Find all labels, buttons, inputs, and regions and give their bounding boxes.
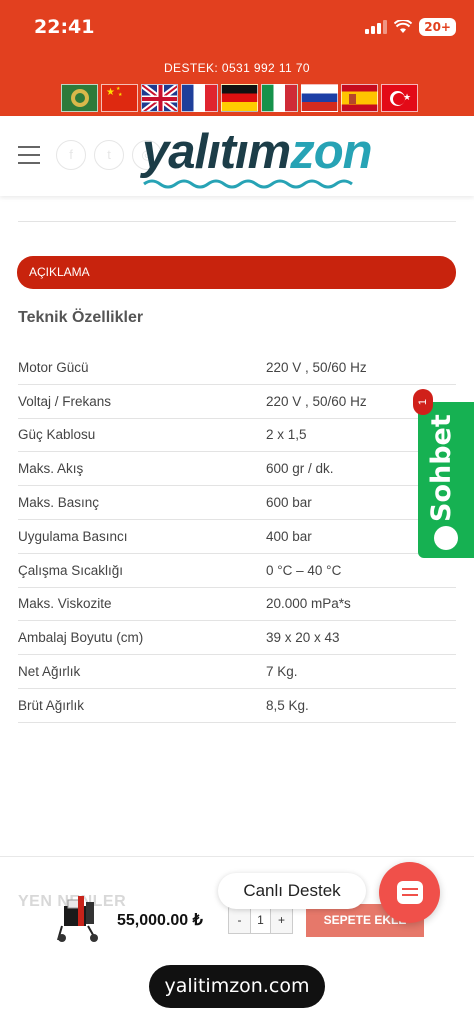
- spec-key: Ambalaj Boyutu (cm): [18, 630, 144, 646]
- spec-value: 8,5 Kg.: [266, 697, 309, 713]
- site-logo[interactable]: yalıtımzon: [142, 124, 373, 192]
- turkey-flag-icon[interactable]: ★: [381, 84, 418, 112]
- italy-flag-icon[interactable]: [261, 84, 298, 112]
- china-flag-icon[interactable]: ★ ★ ★: [101, 84, 138, 112]
- germany-flag-icon[interactable]: [221, 84, 258, 112]
- arabic-flag-icon[interactable]: [61, 84, 98, 112]
- qty-minus-button[interactable]: -: [229, 908, 250, 933]
- france-flag-icon[interactable]: [181, 84, 218, 112]
- table-row: Maks. Akış 600 gr / dk.: [18, 452, 456, 487]
- uk-flag-icon[interactable]: [141, 84, 178, 112]
- sohbet-badge: 1: [413, 389, 433, 415]
- table-row: Güç Kablosu 2 x 1,5: [18, 419, 456, 453]
- logo-bar: f t ◎ yalıtımzon: [0, 116, 474, 196]
- table-row: Ambalaj Boyutu (cm) 39 x 20 x 43: [18, 621, 456, 656]
- spec-value: 7 Kg.: [266, 664, 298, 680]
- table-row: Çalışma Sıcaklığı 0 °C – 40 °C: [18, 554, 456, 588]
- sohbet-chat-tab[interactable]: Sohbet: [418, 402, 474, 558]
- spec-value: 220 V , 50/60 Hz: [266, 359, 367, 375]
- signal-icon: [365, 20, 388, 34]
- spec-key: Maks. Akış: [18, 461, 84, 477]
- russia-flag-icon[interactable]: [301, 84, 338, 112]
- facebook-icon[interactable]: f: [56, 140, 86, 170]
- language-flags: ★ ★ ★ ★: [61, 84, 418, 112]
- browser-url[interactable]: yalitimzon.com: [149, 965, 325, 1008]
- spec-key: Uygulama Basıncı: [18, 528, 128, 544]
- battery-indicator: 20+: [419, 18, 456, 36]
- support-phone[interactable]: DESTEK: 0531 992 11 70: [0, 61, 474, 75]
- quantity-stepper: - 1 +: [228, 907, 293, 934]
- spec-key: Maks. Basınç: [18, 495, 100, 511]
- table-row: Voltaj / Frekans 220 V , 50/60 Hz: [18, 385, 456, 419]
- spec-key: Çalışma Sıcaklığı: [18, 562, 124, 578]
- divider: [18, 221, 456, 222]
- live-support-label[interactable]: Canlı Destek: [218, 873, 366, 909]
- spec-value: 20.000 mPa*s: [266, 596, 351, 612]
- spec-value: 39 x 20 x 43: [266, 630, 340, 646]
- table-row: Maks. Viskozite 20.000 mPa*s: [18, 588, 456, 622]
- specs-table: Motor Gücü 220 V , 50/60 Hz Voltaj / Freka…: [18, 351, 456, 723]
- spec-key: Net Ağırlık: [18, 664, 81, 680]
- chat-bubble-icon: [434, 526, 458, 550]
- product-price: 55,000.00 ₺: [117, 912, 203, 929]
- top-header: 22:41 20+ DESTEK: 0531 992 11 70 ★ ★ ★ ★: [0, 0, 474, 116]
- description-tab[interactable]: AÇIKLAMA: [17, 256, 456, 289]
- twitter-icon[interactable]: t: [94, 140, 124, 170]
- spec-key: Güç Kablosu: [18, 427, 96, 443]
- qty-plus-button[interactable]: +: [271, 908, 292, 933]
- spec-key: Maks. Viskozite: [18, 596, 112, 612]
- sohbet-label: Sohbet: [426, 414, 457, 522]
- qty-input[interactable]: 1: [250, 908, 271, 933]
- table-row: Net Ağırlık 7 Kg.: [18, 655, 456, 689]
- logo-wave-icon: [143, 179, 353, 189]
- chat-button[interactable]: [379, 862, 440, 923]
- table-row: Maks. Basınç 600 bar: [18, 486, 456, 520]
- divider: [0, 856, 474, 857]
- spec-key: Voltaj / Frekans: [18, 393, 112, 409]
- status-time: 22:41: [34, 16, 95, 38]
- table-row: Uygulama Basıncı 400 bar: [18, 520, 456, 554]
- menu-icon[interactable]: [18, 146, 40, 164]
- spain-flag-icon[interactable]: [341, 84, 378, 112]
- spec-value: 0 °C – 40 °C: [266, 562, 342, 578]
- product-thumbnail: [57, 896, 98, 942]
- spec-key: Motor Gücü: [18, 359, 89, 375]
- specs-title: Teknik Özellikler: [18, 309, 144, 326]
- chat-icon: [397, 881, 423, 904]
- table-row: Brüt Ağırlık 8,5 Kg.: [18, 689, 456, 723]
- status-icons: 20+: [365, 18, 456, 36]
- spec-key: Brüt Ağırlık: [18, 697, 85, 713]
- wifi-icon: [394, 20, 413, 33]
- logo-text: yalıtımzon: [142, 125, 373, 179]
- table-row: Motor Gücü 220 V , 50/60 Hz: [18, 351, 456, 385]
